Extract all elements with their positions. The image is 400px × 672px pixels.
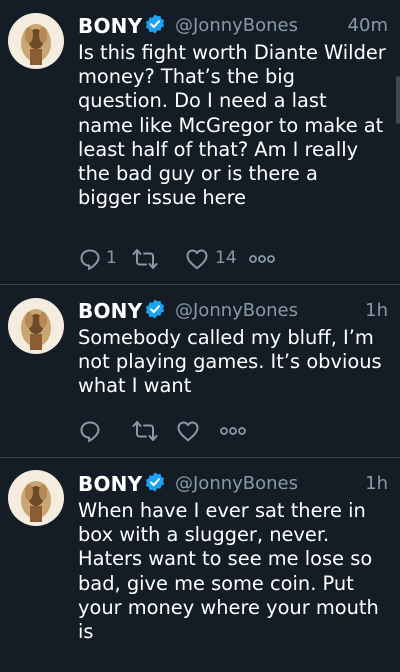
retweet-button[interactable] — [132, 244, 172, 274]
avatar[interactable] — [8, 13, 64, 69]
tweet[interactable]: BONY @JonnyBones 1h When have I ever sat… — [0, 458, 400, 672]
verified-badge-icon — [145, 299, 165, 319]
like-count: 14 — [215, 248, 237, 268]
tweet[interactable]: BONY @JonnyBones 1h Somebody called my b… — [0, 285, 400, 458]
timestamp[interactable]: 40m — [348, 15, 388, 36]
verified-badge-icon — [145, 14, 165, 34]
like-button[interactable]: 14 — [185, 244, 245, 274]
retweet-icon — [132, 249, 158, 269]
reply-icon — [80, 421, 100, 443]
more-button[interactable] — [248, 244, 278, 274]
verified-badge-icon — [145, 472, 165, 492]
tweet-actions: 1 14 — [78, 244, 378, 274]
tweet-header: BONY @JonnyBones 1h — [78, 470, 388, 498]
timestamp[interactable]: 1h — [365, 300, 388, 321]
avatar[interactable] — [8, 470, 64, 526]
scrollbar[interactable] — [396, 76, 400, 124]
tweet-text: When have I ever sat there in box with a… — [78, 499, 379, 644]
user-handle[interactable]: @JonnyBones — [175, 15, 298, 36]
user-handle[interactable]: @JonnyBones — [175, 473, 298, 494]
tweet[interactable]: BONY @JonnyBones 40m Is this fight worth… — [0, 0, 400, 285]
tweet-text: Somebody called my bluff, I’m not playin… — [78, 326, 382, 398]
more-icon — [220, 427, 246, 435]
avatar[interactable] — [8, 298, 64, 354]
reply-button[interactable] — [78, 416, 118, 446]
like-button[interactable] — [176, 416, 216, 446]
tweet-text: Is this fight worth Diante Wilder money?… — [78, 41, 386, 210]
tweet-header: BONY @JonnyBones 1h — [78, 297, 388, 325]
more-button[interactable] — [219, 416, 249, 446]
tweet-header: BONY @JonnyBones 40m — [78, 12, 388, 40]
retweet-icon — [132, 421, 158, 441]
retweet-button[interactable] — [132, 416, 172, 446]
tweet-timeline: BONY @JonnyBones 40m Is this fight worth… — [0, 0, 400, 672]
display-name[interactable]: BONY — [78, 14, 142, 38]
display-name[interactable]: BONY — [78, 472, 142, 496]
reply-button[interactable]: 1 — [78, 244, 118, 274]
reply-icon — [80, 249, 100, 271]
timestamp[interactable]: 1h — [365, 473, 388, 494]
like-icon — [177, 421, 199, 442]
user-handle[interactable]: @JonnyBones — [175, 300, 298, 321]
display-name[interactable]: BONY — [78, 299, 142, 323]
like-icon — [186, 249, 208, 270]
tweet-actions — [78, 416, 378, 446]
more-icon — [249, 255, 275, 263]
reply-count: 1 — [106, 248, 117, 268]
